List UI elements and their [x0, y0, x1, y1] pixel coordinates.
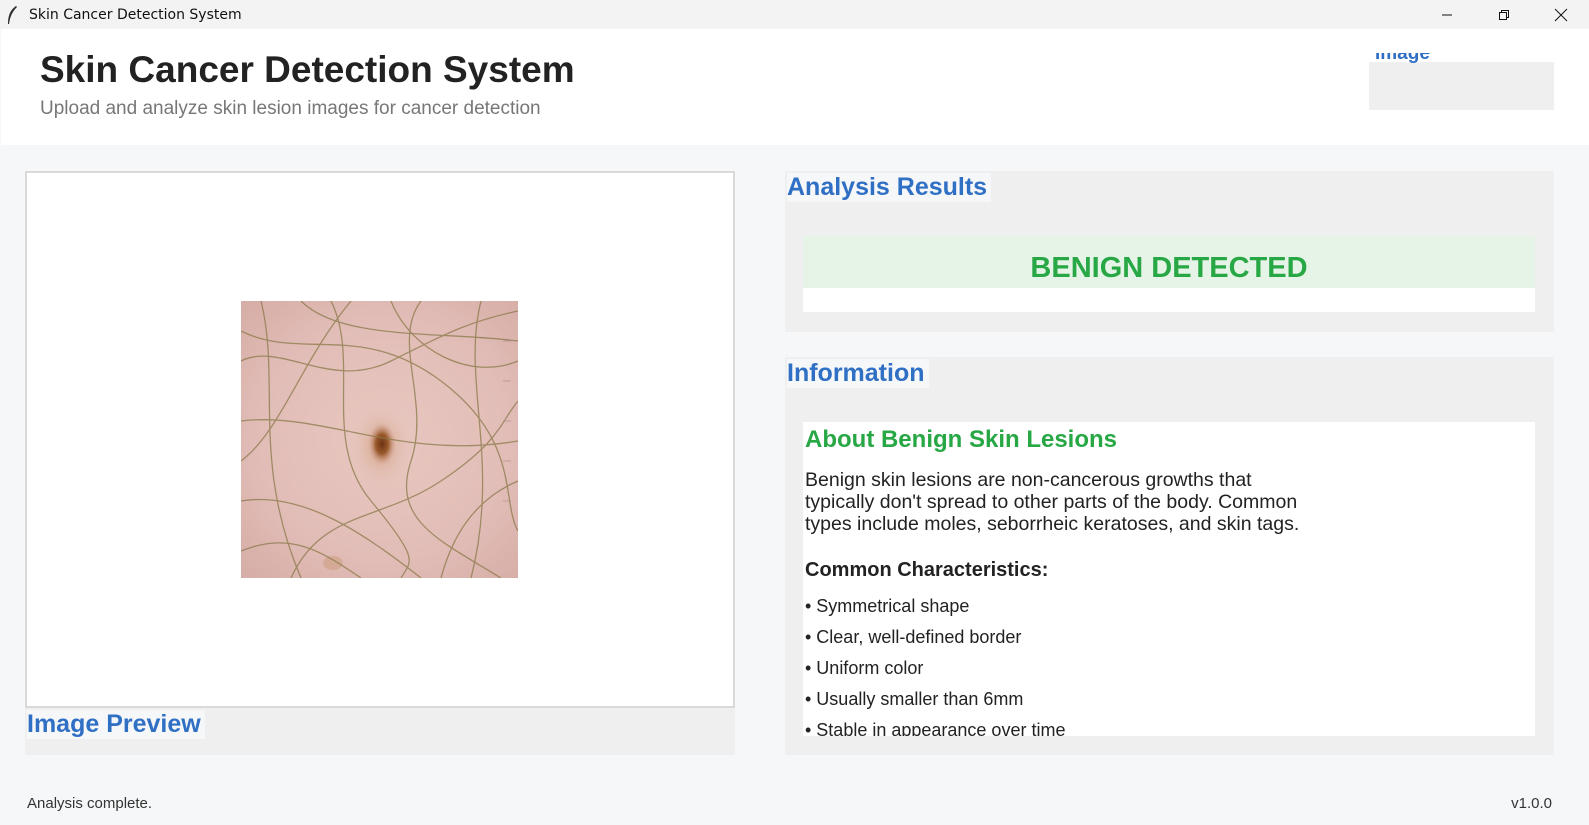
characteristics-heading: Common Characteristics:	[805, 559, 1049, 581]
analysis-results-label: Analysis Results	[787, 173, 992, 202]
list-item: • Usually smaller than 6mm	[805, 689, 1024, 709]
page-subtitle: Upload and analyze skin lesion images fo…	[40, 98, 541, 119]
skin-lesion-image	[241, 301, 518, 578]
close-icon[interactable]	[1532, 0, 1589, 29]
list-item: • Symmetrical shape	[805, 596, 970, 616]
characteristics-list: • Symmetrical shape • Clear, well-define…	[805, 596, 1065, 736]
window-titlebar: Skin Cancer Detection System	[0, 0, 1589, 29]
info-title: About Benign Skin Lesions	[805, 426, 1118, 453]
minimize-icon[interactable]	[1418, 0, 1475, 29]
information-scroll-area[interactable]: About Benign Skin Lesions Benign skin le…	[803, 422, 1535, 736]
info-description: Benign skin lesions are non-cancerous gr…	[805, 469, 1300, 535]
list-item: • Uniform color	[805, 658, 924, 678]
restore-icon[interactable]	[1475, 0, 1532, 29]
upload-image-button-label[interactable]: Image	[1369, 53, 1430, 75]
list-item: • Clear, well-defined border	[805, 627, 1022, 647]
feather-icon	[6, 5, 22, 25]
status-message: Analysis complete.	[27, 795, 153, 812]
app-header: Skin Cancer Detection System Upload and …	[1, 29, 1589, 145]
result-box: BENIGN DETECTED	[803, 236, 1535, 312]
image-preview-frame	[25, 171, 735, 708]
verdict-badge: BENIGN DETECTED	[803, 236, 1535, 288]
page-title: Skin Cancer Detection System	[40, 49, 575, 90]
list-item: • Stable in appearance over time	[805, 720, 1066, 736]
version-label: v1.0.0	[1511, 795, 1552, 812]
window-title: Skin Cancer Detection System	[29, 6, 242, 23]
image-preview-label: Image Preview	[27, 710, 205, 739]
information-label: Information	[787, 359, 929, 388]
